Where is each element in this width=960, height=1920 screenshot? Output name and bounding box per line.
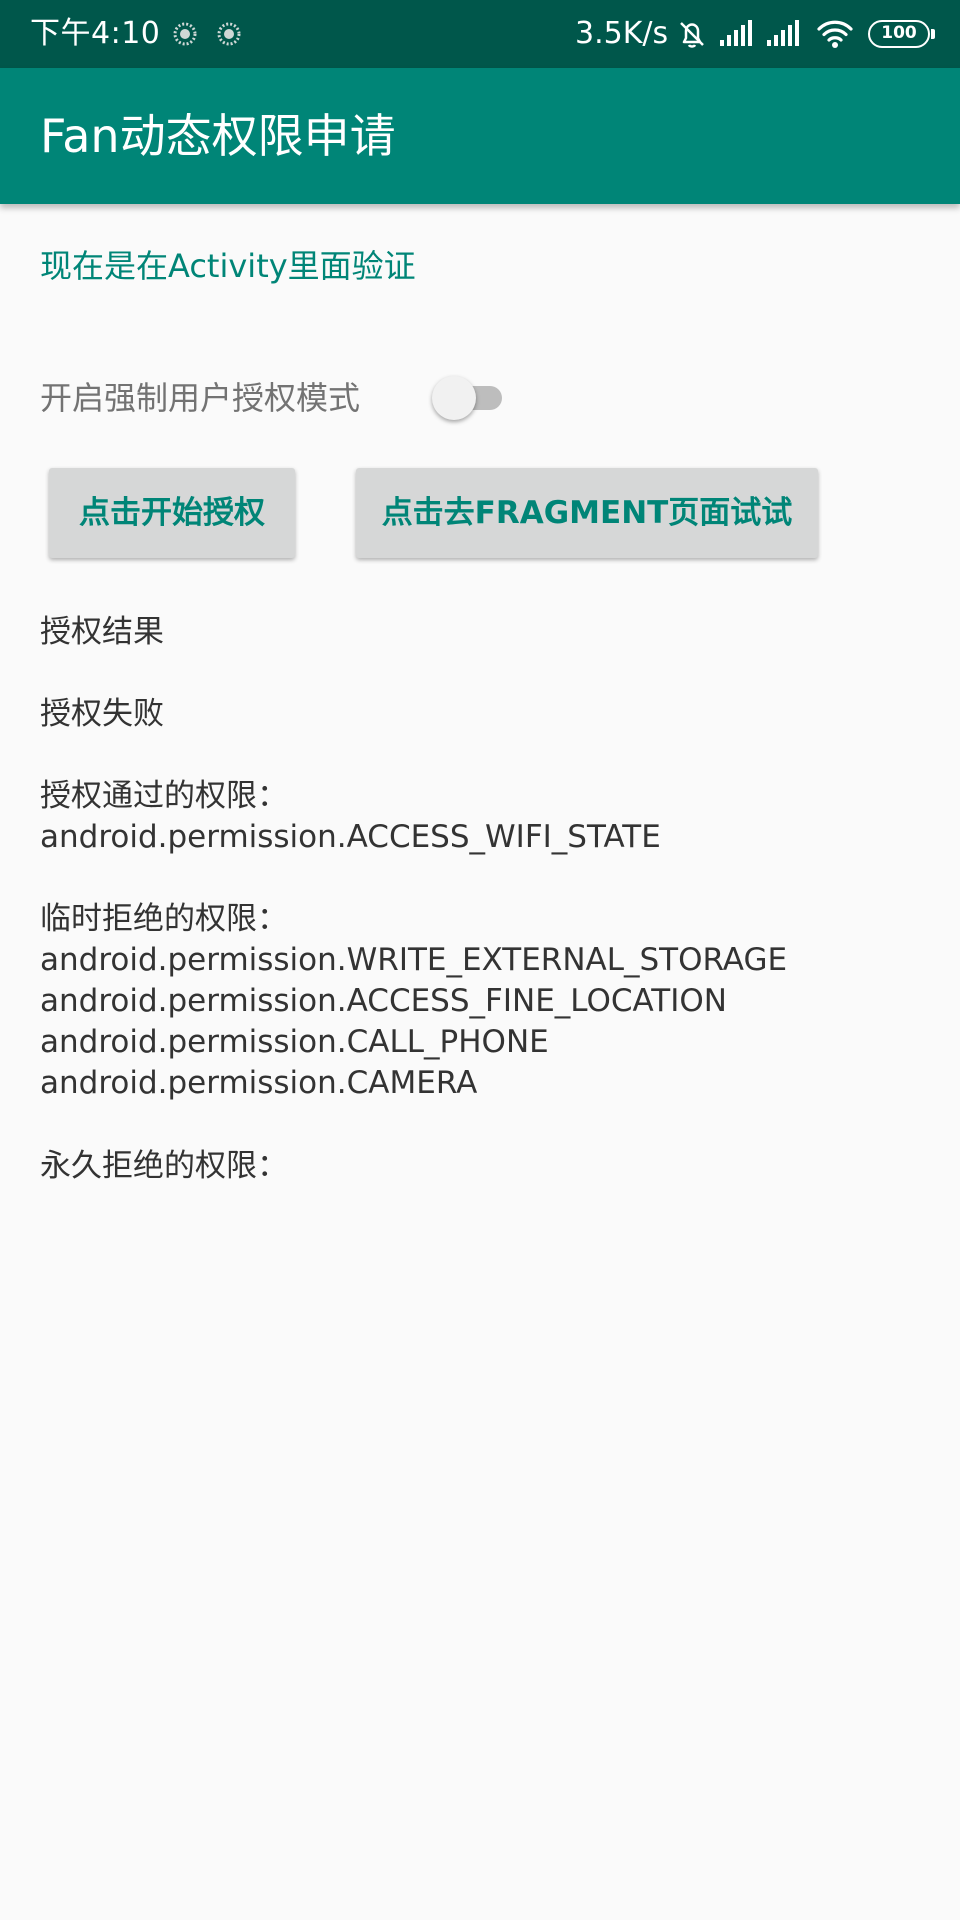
app-title: Fan动态权限申请 — [40, 109, 396, 163]
permanently-denied-permissions: 永久拒绝的权限： — [40, 1146, 288, 1187]
force-mode-row: 开启强制用户授权模式 — [40, 374, 920, 422]
wifi-icon — [817, 20, 853, 48]
signal-icon — [720, 20, 752, 46]
signal-icon — [767, 20, 799, 46]
granted-label: 授权通过的权限： — [40, 778, 288, 814]
force-mode-switch[interactable] — [432, 376, 512, 420]
denied-permission-item: android.permission.ACCESS_FINE_LOCATION — [40, 983, 727, 1019]
denied-permission-item: android.permission.CAMERA — [40, 1065, 478, 1101]
notification-dot-icon — [173, 22, 197, 46]
permanently-denied-label: 永久拒绝的权限： — [40, 1148, 288, 1184]
denied-permission-item: android.permission.CALL_PHONE — [40, 1024, 549, 1060]
alarm-off-icon — [680, 22, 704, 48]
app-bar: Fan动态权限申请 — [0, 68, 960, 204]
denied-label: 临时拒绝的权限： — [40, 901, 288, 937]
context-subtitle: 现在是在Activity里面验证 — [40, 247, 416, 285]
start-authorization-button[interactable]: 点击开始授权 — [49, 468, 295, 558]
result-title: 授权结果 — [40, 614, 164, 650]
battery-level: 100 — [881, 23, 917, 43]
status-time: 下午4:10 — [30, 16, 161, 51]
granted-permissions: 授权通过的权限： android.permission.ACCESS_WIFI_… — [40, 776, 661, 858]
battery-icon: 100 — [868, 20, 935, 48]
denied-permission-item: android.permission.WRITE_EXTERNAL_STORAG… — [40, 942, 788, 978]
result-status: 授权失败 — [40, 696, 164, 732]
go-fragment-button[interactable]: 点击去FRAGMENT页面试试 — [356, 468, 818, 558]
denied-permissions: 临时拒绝的权限： android.permission.WRITE_EXTERN… — [40, 899, 787, 1104]
status-bar: 下午4:10 3.5K/s 100 — [0, 0, 960, 68]
network-speed: 3.5K/s — [575, 16, 669, 51]
force-mode-label: 开启强制用户授权模式 — [40, 379, 361, 417]
switch-thumb — [432, 376, 476, 420]
notification-dot-icon — [217, 22, 241, 46]
granted-permission-item: android.permission.ACCESS_WIFI_STATE — [40, 819, 661, 855]
